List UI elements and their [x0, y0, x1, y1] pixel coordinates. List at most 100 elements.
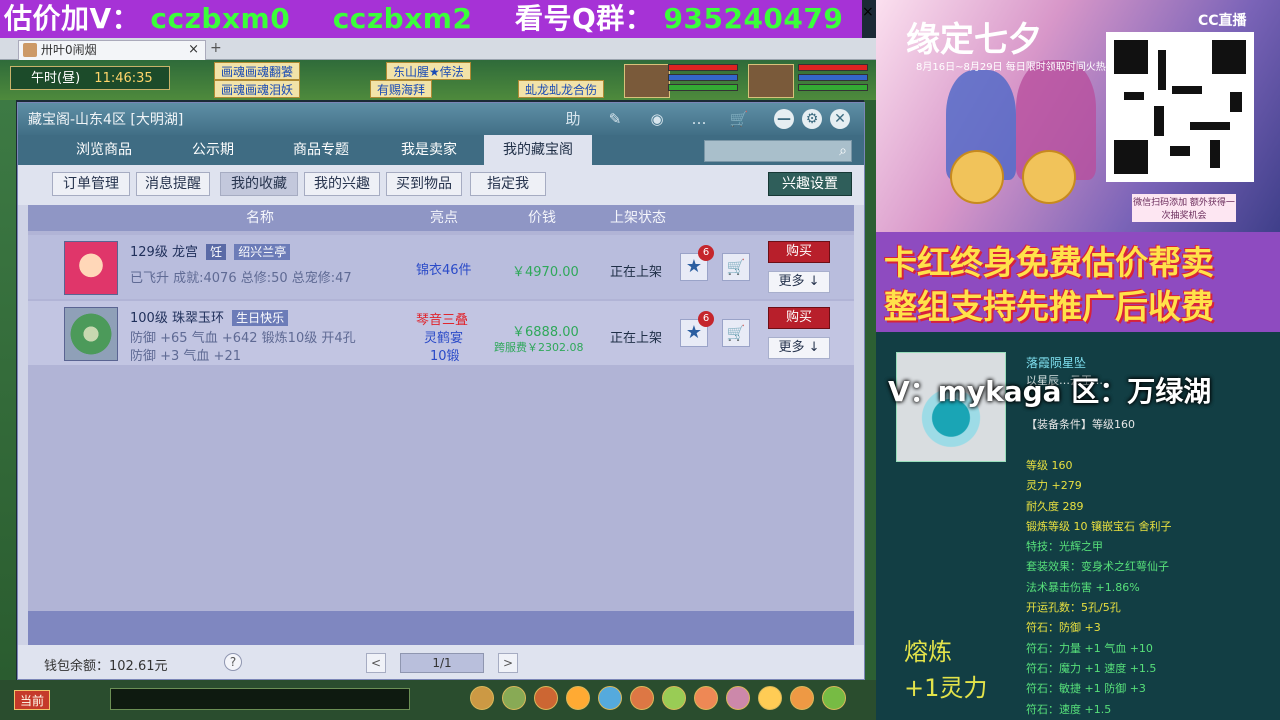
skill-slot-icon[interactable]	[502, 686, 526, 710]
buy-button[interactable]: 购买	[768, 241, 830, 263]
item-thumbnail[interactable]	[64, 307, 118, 361]
edit-icon[interactable]: ✎	[604, 109, 626, 129]
promo-panel: 缘定七夕 8月16日~8月29日 每日限时领取时间火热 CC直播 微信扫码添加 …	[876, 0, 1280, 232]
skill-slot-icon[interactable]	[470, 686, 494, 710]
help-icon[interactable]: 助	[562, 109, 584, 129]
overlay-close-icon[interactable]: ×	[862, 5, 874, 19]
table-row[interactable]: 129级 龙宫 饪 绍兴兰亭 已飞升 成就:4076 总修:50 总宠修:47 …	[28, 235, 854, 299]
interest-settings-button[interactable]: 兴趣设置	[768, 172, 852, 196]
search-input[interactable]: ⌕	[704, 140, 852, 162]
highlight-text: 灵鹤宴	[424, 331, 464, 346]
banner-prefix: 估价加V：	[4, 2, 141, 35]
item-condition: 【装备条件】等级160	[1026, 418, 1135, 431]
minimize-button[interactable]: —	[774, 109, 794, 129]
browser-tab[interactable]: 卅叶0闹烟 ×	[18, 40, 206, 60]
skill-slot-icon[interactable]	[694, 686, 718, 710]
sub-purchased[interactable]: 买到物品	[386, 172, 462, 196]
listing-status: 正在上架	[610, 331, 663, 346]
chat-icon[interactable]: …	[688, 109, 710, 129]
new-tab-icon[interactable]: +	[210, 40, 222, 56]
tab-browse[interactable]: 浏览商品	[48, 135, 160, 165]
player-status-bars	[798, 64, 868, 94]
buy-button[interactable]: 购买	[768, 307, 830, 329]
prev-page-button[interactable]: <	[366, 653, 386, 673]
more-button[interactable]: 更多 ↓	[768, 271, 830, 293]
cart-icon[interactable]: 🛒	[728, 109, 750, 129]
record-icon[interactable]: ◉	[646, 109, 668, 129]
server-tag: 绍兴兰亭	[234, 244, 291, 260]
table-row[interactable]: 100级 珠翠玉环 生日快乐 防御 +65 气血 +642 锻炼10级 开4孔 …	[28, 301, 854, 365]
quest-tag[interactable]: 东山腥★倖法	[386, 62, 471, 80]
tab-topics[interactable]: 商品专题	[268, 135, 374, 165]
pet-avatar[interactable]	[624, 64, 670, 98]
quest-tag[interactable]: 画魂画魂翻饕	[214, 62, 301, 80]
tab-my-treasure[interactable]: 我的藏宝阁	[484, 135, 592, 165]
quest-tag[interactable]: 有赐海拜	[370, 80, 433, 98]
skill-slot-icon[interactable]	[598, 686, 622, 710]
item-title: 129级 龙宫 饪 绍兴兰亭	[130, 241, 291, 260]
banner-qq-label: 看号Q群：	[514, 2, 654, 35]
chat-channel-button[interactable]: 当前	[14, 690, 50, 710]
item-title: 100级 珠翠玉环 生日快乐	[130, 307, 289, 326]
tab-public[interactable]: 公示期	[162, 135, 264, 165]
quest-tag[interactable]: 虬龙虬龙合伤	[518, 80, 605, 98]
stat-line: 开运孔数：5孔/5孔	[1026, 601, 1121, 615]
close-button[interactable]: ✕	[830, 109, 850, 129]
highlight-text: 锦衣46件	[416, 263, 472, 278]
cc-logo: CC直播	[1198, 13, 1247, 29]
item-tag: 生日快乐	[232, 310, 289, 326]
sub-assigned[interactable]: 指定我	[470, 172, 546, 196]
col-highlight: 亮点	[430, 210, 458, 226]
skill-slot-icon[interactable]	[630, 686, 654, 710]
promo-note: 微信扫码添加 额外获得一次抽奖机会	[1132, 194, 1236, 222]
sub-favorites[interactable]: 我的收藏	[220, 172, 298, 196]
character-thumbnail[interactable]	[64, 241, 118, 295]
skill-slot-icon[interactable]	[790, 686, 814, 710]
tab-close-icon[interactable]: ×	[188, 41, 199, 59]
tab-seller[interactable]: 我是卖家	[376, 135, 482, 165]
add-to-cart-icon[interactable]: 🛒	[722, 319, 750, 347]
next-page-button[interactable]: >	[498, 653, 518, 673]
game-clock: 11:46:35	[94, 71, 153, 86]
skill-slot-icon[interactable]	[758, 686, 782, 710]
sub-interests[interactable]: 我的兴趣	[304, 172, 380, 196]
melt-value: +1灵力	[904, 674, 988, 702]
slogan-line-2: 整组支持先推广后收费	[884, 287, 1214, 326]
item-detail: 防御 +65 气血 +642 锻炼10级 开4孔	[130, 331, 356, 346]
lottery-coin-icon	[950, 150, 1004, 204]
cross-server-fee: 跨服费￥2302.08	[494, 341, 584, 354]
add-to-cart-icon[interactable]: 🛒	[722, 253, 750, 281]
quest-tag[interactable]: 画魂画魂泪妖	[214, 80, 301, 98]
skill-slot-icon[interactable]	[534, 686, 558, 710]
item-detail: 防御 +3 气血 +21	[130, 349, 241, 364]
settings-button[interactable]: ⚙	[802, 109, 822, 129]
skill-slot-icon[interactable]	[566, 686, 590, 710]
slogan-line-1: 卡红终身免费估价帮卖	[884, 243, 1214, 282]
more-button[interactable]: 更多 ↓	[768, 337, 830, 359]
treasure-window: 藏宝阁-山东4区 [大明湖] 助 ✎ ◉ … 🛒 — ⚙ ✕ 浏览商品 公示期 …	[17, 102, 865, 680]
highlight-text: 琴音三叠	[416, 313, 469, 328]
favorite-count-badge: 6	[698, 311, 714, 327]
favorite-count-badge: 6	[698, 245, 714, 261]
search-icon[interactable]: ⌕	[839, 143, 847, 159]
skill-slot-icon[interactable]	[822, 686, 846, 710]
sub-orders[interactable]: 订单管理	[52, 172, 130, 196]
skill-slot-icon[interactable]	[662, 686, 686, 710]
chat-input[interactable]	[110, 688, 410, 710]
help-icon[interactable]: ?	[224, 653, 242, 671]
window-titlebar[interactable]: 藏宝阁-山东4区 [大明湖] 助 ✎ ◉ … 🛒 — ⚙ ✕	[18, 103, 864, 135]
slogan-panel: 卡红终身免费估价帮卖 整组支持先推广后收费	[876, 232, 1280, 332]
window-title: 藏宝阁-山东4区 [大明湖]	[28, 112, 184, 128]
highlight-text: 10锻	[430, 349, 460, 364]
skill-slot-icon[interactable]	[726, 686, 750, 710]
browser-tabbar: 卅叶0闹烟 × +	[0, 38, 876, 60]
banner-wx1: cczbxm0	[150, 2, 291, 35]
player-avatar[interactable]	[748, 64, 794, 98]
stat-line: 符石：魔力 +1 速度 +1.5	[1026, 661, 1157, 675]
window-footer: 钱包余额：102.61元 ? < 1/1 >	[18, 645, 864, 679]
stat-line: 特技：光辉之甲	[1026, 540, 1103, 554]
wallet-balance: 钱包余额：102.61元	[44, 659, 168, 674]
lottery-coin-icon	[1022, 150, 1076, 204]
item-name: 100级 珠翠玉环	[130, 311, 224, 326]
sub-messages[interactable]: 消息提醒	[136, 172, 210, 196]
